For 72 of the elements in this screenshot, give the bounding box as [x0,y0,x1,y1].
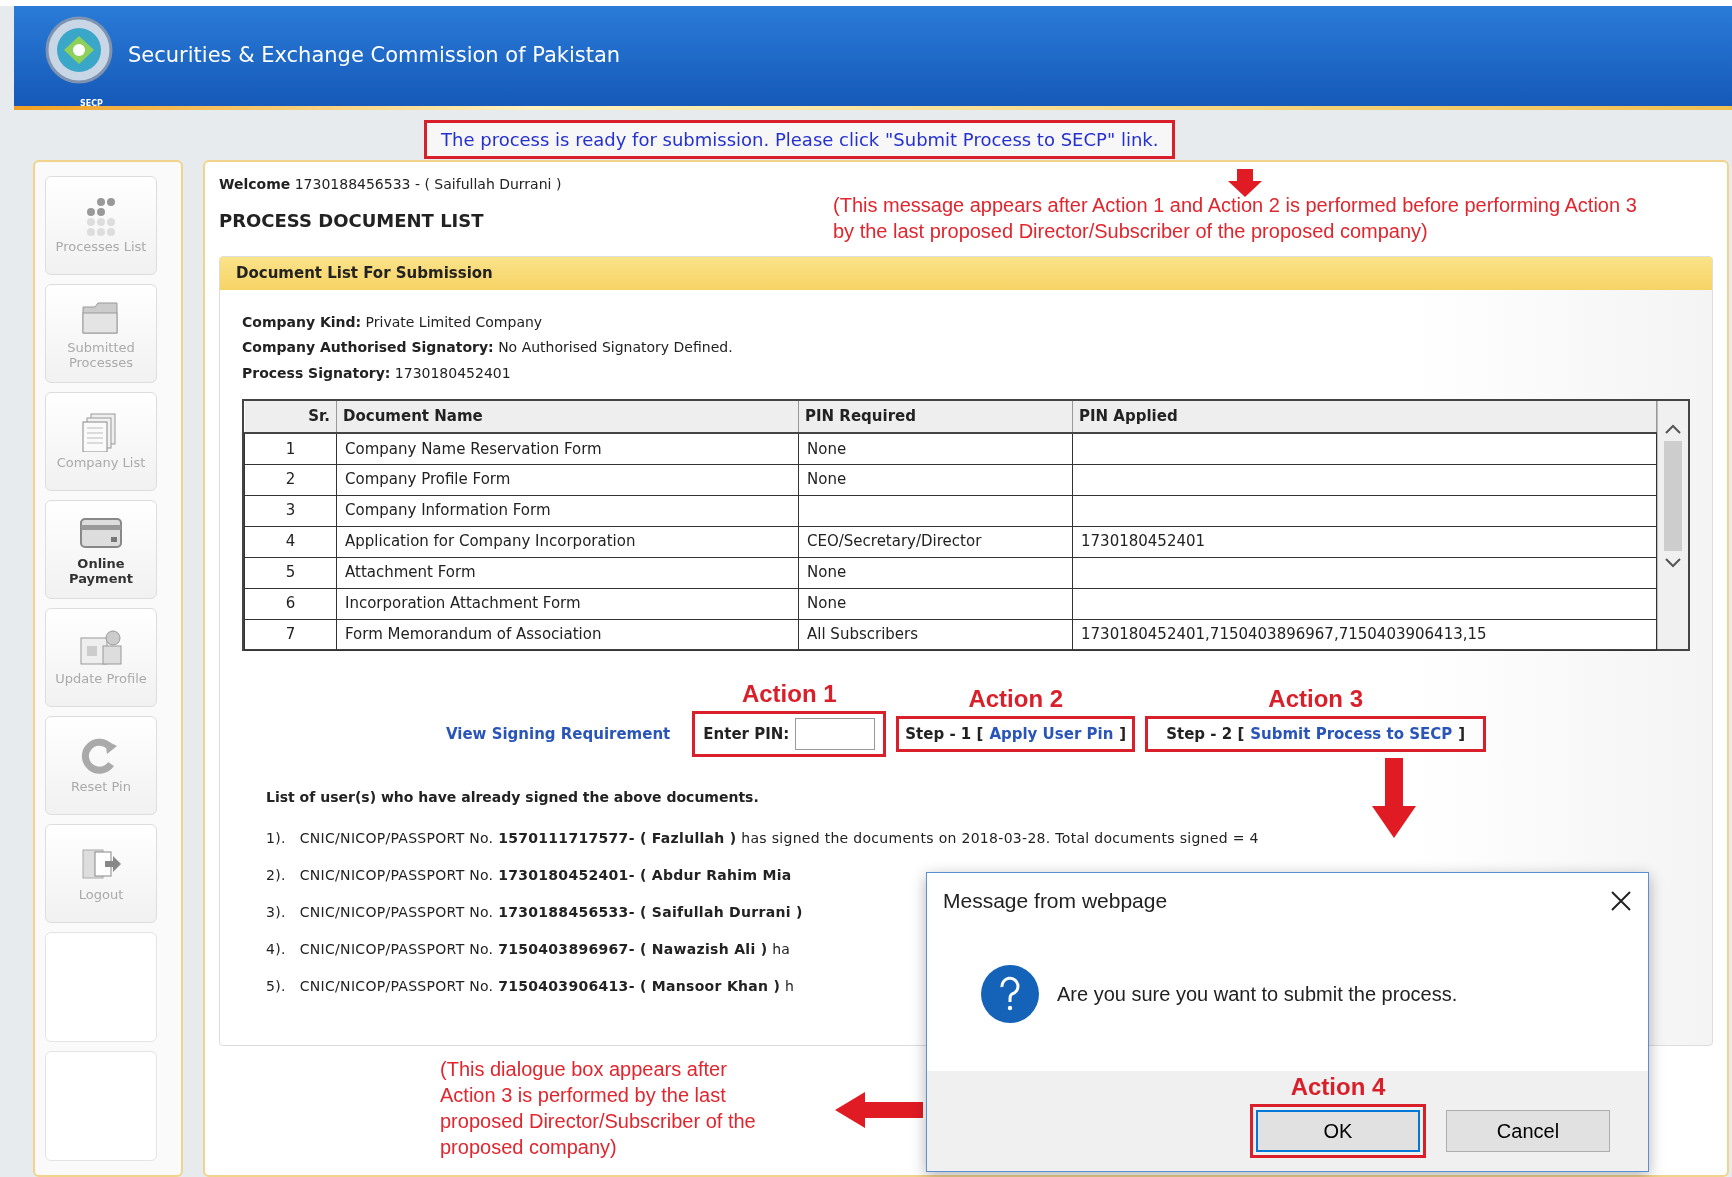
list-index: 1). [266,829,286,849]
column-header[interactable]: Document Name [336,401,799,434]
table-cell: 6 [244,588,337,620]
column-header[interactable]: PIN Required [798,401,1073,434]
table-cell: 5 [244,557,337,589]
annotation-note: (This message appears after Action 1 and Action 2 is performed before performing Action 3 by the last proposed Director/Subscriber of the proposed company) [833,193,1638,244]
step-text: Step - 2 [ [1166,723,1245,745]
action-label: Action 4 [1290,1072,1386,1102]
question-mark-icon [998,975,1022,1012]
notice-message: The process is ready for submission. Please click "Submit Process to SECP" link. [424,120,1176,159]
action-label: Action 2 [968,683,1064,714]
scroll-down-icon [1664,557,1682,570]
signer-text: CNIC/NICOP/PASSPORT No. 1730180452401- ( Abdur Rahim Mia [299,866,792,886]
list-index: 2). [266,866,286,886]
table-cell: None [798,433,1073,465]
close-icon [1610,889,1632,912]
action-label: Action 1 [741,679,837,710]
table-cell: Attachment Form [336,557,799,589]
logo-caption: SECP [80,98,103,110]
down-arrow [1228,169,1262,197]
annotation-note: (This dialogue box appears after Action 3 is performed by the last proposed Director/Subscriber of the proposed company) [440,1057,757,1160]
table-cell: None [798,464,1073,496]
table-cell: Form Memorandum of Association [336,619,799,651]
table-cell: 1730180452401 [1072,526,1657,558]
table-cell: 1730180452401,7150403896967,7150403906413,15 [1072,619,1657,651]
table-cell: None [798,557,1073,589]
list-index: 5). [266,977,286,997]
table-cell: Incorporation Attachment Form [336,588,799,620]
signing-requirement-link[interactable]: View Signing Requirement [445,722,671,746]
table-cell: None [798,588,1073,620]
info-line: Company Authorised Signatory: No Authorised Signatory Defined. [242,338,734,358]
info-line: Company Kind: Private Limited Company [242,312,544,332]
dialog-message: Are you sure you want to submit the process. [1057,981,1458,1007]
step-text: ] [1458,723,1466,745]
signer-text: CNIC/NICOP/PASSPORT No. 7150403906413- ( Mansoor Khan ) h [299,977,795,997]
step-link[interactable]: Submit Process to SECP [1250,722,1453,746]
signer-text: CNIC/NICOP/PASSPORT No. 1570111717577- ( Fazlullah ) has signed the documents on 2018-03-28. Total documents signed = 4 [299,829,1259,849]
table-cell: Company Information Form [336,495,799,527]
step-text: ] [1119,723,1127,745]
step-text: Step - 1 [ [905,723,984,745]
list-index: 4). [266,940,286,960]
table-cell: CEO/Secretary/Director [798,526,1073,558]
panel-header: Document List For Submission [220,257,1712,290]
header-title: Securities & Exchange Commission of Pakistan [128,42,621,70]
pin-label: Enter PIN: [703,723,790,745]
dialog-title: Message from webpage [943,888,1168,914]
table-cell: 7 [244,619,337,651]
table-cell: All Subscribers [798,619,1073,651]
table-cell: 4 [244,526,337,558]
scroll-up-icon [1664,423,1682,436]
sidebar-item[interactable]: Online Payment [45,500,157,599]
list-index: 3). [266,903,286,923]
column-header[interactable]: Sr. [244,401,337,434]
info-line: Process Signatory: 1730180452401 [242,364,512,384]
table-cell: 2 [244,464,337,496]
step-link[interactable]: Apply User Pin [989,722,1114,746]
table-cell: Company Profile Form [336,464,799,496]
action-label: Action 3 [1268,683,1363,714]
scroll-thumb[interactable] [1664,441,1682,552]
page-title: PROCESS DOCUMENT LIST [219,209,485,233]
signer-text: CNIC/NICOP/PASSPORT No. 1730188456533- ( Saifullah Durrani ) [299,903,803,923]
table-cell: 3 [244,495,337,527]
table-cell: 1 [244,433,337,465]
table-cell: Company Name Reservation Form [336,433,799,465]
signer-text: CNIC/NICOP/PASSPORT No. 7150403896967- ( Nawazish Ali ) ha [299,940,791,960]
pin-field[interactable] [795,718,876,751]
table-cell: Application for Company Incorporation [336,526,799,558]
dialog-button[interactable]: OK [1256,1110,1420,1152]
dialog-button[interactable]: Cancel [1446,1110,1610,1152]
welcome-text: Welcome 1730188456533 - ( Saifullah Durrani ) [219,175,562,194]
column-header[interactable]: PIN Applied [1072,401,1657,434]
list-heading: List of user(s) who have already signed the above documents. [266,788,760,808]
